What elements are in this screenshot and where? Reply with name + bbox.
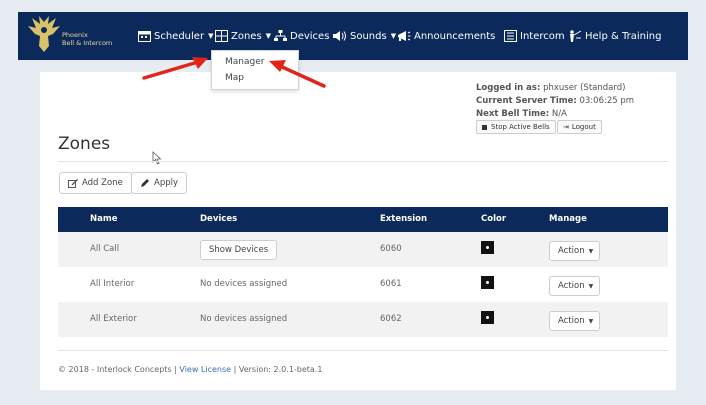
zone-extension: 6062 xyxy=(380,314,402,324)
action-dropdown-button[interactable]: Action ▼ xyxy=(549,241,600,261)
logout-button[interactable]: ⇥ Logout xyxy=(557,120,602,134)
intercom-panel-icon xyxy=(504,30,517,42)
nav-help-training[interactable]: Help & Training xyxy=(568,26,661,46)
version-text: | Version: 2.0.1-beta.1 xyxy=(233,365,323,374)
megaphone-icon xyxy=(397,30,411,42)
phoenix-emblem-icon xyxy=(28,16,60,52)
caret-down-icon: ▼ xyxy=(390,32,397,40)
nav-scheduler[interactable]: Scheduler ▼ xyxy=(138,26,213,46)
nav-sounds-label: Sounds xyxy=(350,30,387,42)
server-time-value: 03:06:25 pm xyxy=(579,96,635,106)
apply-button[interactable]: Apply xyxy=(131,172,187,194)
caret-down-icon: ▼ xyxy=(265,32,272,40)
mouse-pointer-icon xyxy=(152,151,162,165)
zone-name: All Call xyxy=(90,244,120,254)
col-header-manage: Manage xyxy=(549,214,587,224)
table-row: All Call Show Devices 6060 Action ▼ xyxy=(58,232,668,267)
nav-devices[interactable]: Devices xyxy=(274,26,329,46)
zone-color-swatch[interactable] xyxy=(481,241,494,254)
page-title: Zones xyxy=(58,134,111,154)
zones-dropdown-menu: Manager Map xyxy=(211,50,299,90)
col-header-devices: Devices xyxy=(200,214,238,224)
menu-item-manager[interactable]: Manager xyxy=(225,57,264,67)
training-person-icon xyxy=(568,30,582,42)
zone-extension: 6060 xyxy=(380,244,402,254)
view-license-link[interactable]: View License xyxy=(179,365,231,374)
nav-announcements-label: Announcements xyxy=(414,30,496,42)
session-info: Logged in as: phxuser (Standard) Current… xyxy=(476,82,634,121)
logged-in-user: phxuser (Standard) xyxy=(543,83,626,93)
add-zone-label: Add Zone xyxy=(82,178,123,188)
stop-active-bells-button[interactable]: Stop Active Bells xyxy=(476,120,556,134)
logout-label: Logout xyxy=(571,123,596,131)
table-row: All Exterior No devices assigned 6062 Ac… xyxy=(58,302,668,337)
apply-label: Apply xyxy=(154,178,178,188)
nav-intercom[interactable]: Intercom xyxy=(504,26,565,46)
zone-extension: 6061 xyxy=(380,279,402,289)
action-label: Action xyxy=(558,316,585,326)
stop-active-bells-label: Stop Active Bells xyxy=(491,123,550,131)
stop-square-icon xyxy=(482,124,487,130)
col-header-name: Name xyxy=(90,214,118,224)
zone-devices-text: No devices assigned xyxy=(200,279,288,289)
calendar-icon xyxy=(138,30,151,42)
nav-devices-label: Devices xyxy=(290,30,330,42)
table-row: All Interior No devices assigned 6061 Ac… xyxy=(58,267,668,302)
speaker-icon xyxy=(333,30,347,42)
caret-down-icon: ▼ xyxy=(208,32,214,40)
caret-down-icon: ▼ xyxy=(588,317,594,325)
caret-down-icon: ▼ xyxy=(588,282,594,290)
col-header-color: Color xyxy=(481,214,507,224)
action-label: Action xyxy=(558,246,585,256)
server-time-label: Current Server Time: xyxy=(476,96,577,106)
edit-icon xyxy=(68,178,78,188)
page-footer: © 2018 - Interlock Concepts | View Licen… xyxy=(58,365,322,374)
nav-intercom-label: Intercom xyxy=(520,30,565,42)
brand-name: Phoenix Bell & Intercom xyxy=(62,31,113,47)
logout-icon: ⇥ xyxy=(563,123,569,131)
next-bell-value: N/A xyxy=(551,109,567,119)
action-dropdown-button[interactable]: Action ▼ xyxy=(549,276,600,296)
title-divider xyxy=(58,161,668,162)
nav-zones[interactable]: Zones ▼ xyxy=(215,26,271,46)
nav-help-label: Help & Training xyxy=(585,30,662,42)
nav-sounds[interactable]: Sounds ▼ xyxy=(333,26,396,46)
zone-name: All Exterior xyxy=(90,314,137,324)
caret-down-icon: ▼ xyxy=(588,247,594,255)
next-bell-label: Next Bell Time: xyxy=(476,109,550,119)
nav-scheduler-label: Scheduler xyxy=(154,30,205,42)
top-navbar: Phoenix Bell & Intercom Scheduler ▼ Zone… xyxy=(18,12,688,60)
zone-name: All Interior xyxy=(90,279,135,289)
zone-color-swatch[interactable] xyxy=(481,311,494,324)
zones-table-header: Name Devices Extension Color Manage xyxy=(58,207,668,232)
pencil-icon xyxy=(140,178,150,188)
nav-announcements[interactable]: Announcements xyxy=(397,26,495,46)
zone-devices-text: No devices assigned xyxy=(200,314,288,324)
zones-grid-icon xyxy=(215,30,228,42)
devices-network-icon xyxy=(274,30,287,42)
menu-item-map[interactable]: Map xyxy=(225,73,244,83)
phoenix-logo[interactable]: Phoenix Bell & Intercom xyxy=(28,16,112,56)
add-zone-button[interactable]: Add Zone xyxy=(59,172,132,194)
action-label: Action xyxy=(558,281,585,291)
copyright-text: © 2018 - Interlock Concepts | xyxy=(58,365,177,374)
footer-divider xyxy=(58,350,668,351)
zone-color-swatch[interactable] xyxy=(481,276,494,289)
nav-zones-label: Zones xyxy=(231,30,262,42)
action-dropdown-button[interactable]: Action ▼ xyxy=(549,311,600,331)
show-devices-button[interactable]: Show Devices xyxy=(200,240,278,260)
logged-in-label: Logged in as: xyxy=(476,83,541,93)
col-header-extension: Extension xyxy=(380,214,428,224)
